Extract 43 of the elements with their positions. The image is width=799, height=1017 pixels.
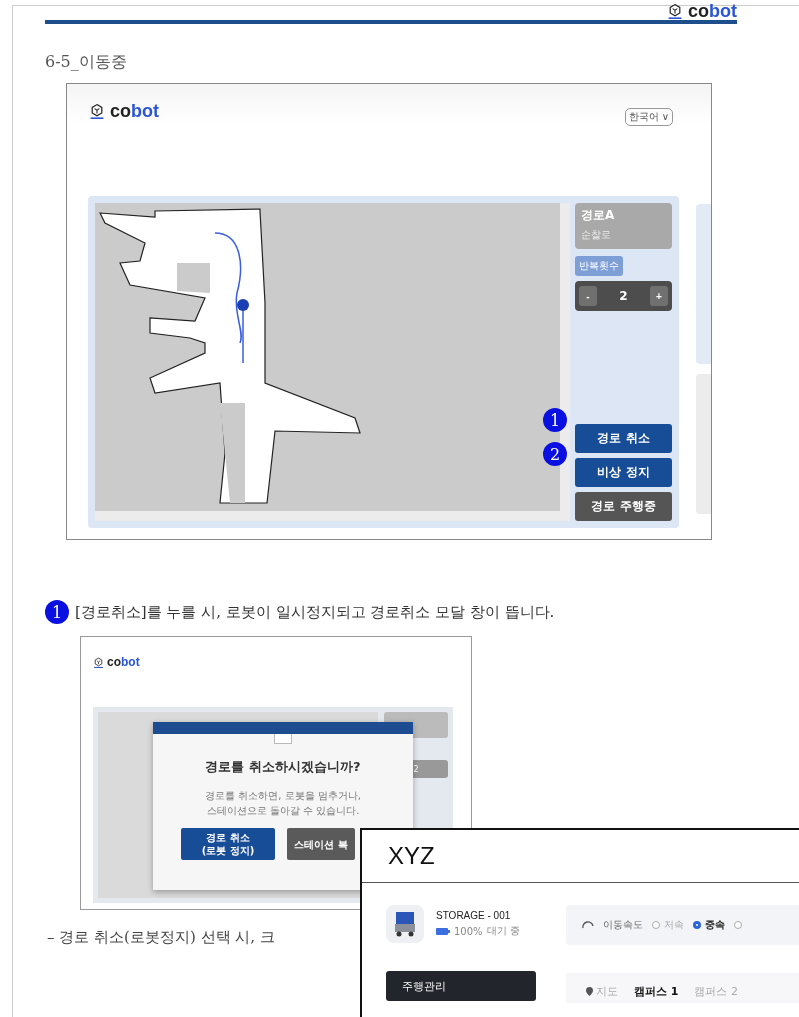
modal-title: 경로를 취소하시겠습니까?	[205, 758, 361, 776]
speed-label: 이동속도	[603, 918, 643, 932]
speed-radio[interactable]	[734, 921, 742, 929]
modal-tab[interactable]	[274, 734, 292, 744]
map-pin-icon	[586, 987, 593, 996]
robot-name: STORAGE - 001	[436, 910, 512, 921]
action-button[interactable]: 비상 정지	[575, 458, 672, 487]
language-selector[interactable]: 한국어 ∨	[624, 108, 673, 126]
robot-status: 대기 중	[486, 924, 520, 938]
modal-button[interactable]: 경로 취소 (로봇 정지)	[181, 828, 275, 860]
speed-option-label: 저속	[664, 918, 684, 932]
instruction-text: [경로취소]를 누를 시, 로봇이 일시정지되고 경로취소 모달 창이 뜹니다.	[75, 602, 555, 622]
repeat-count-value: 2	[619, 289, 628, 303]
modal-message: 경로를 취소하면, 로봇을 멈추거나, 스테이션으로 돌아갈 수 있습니다.	[205, 789, 361, 818]
battery-icon	[436, 927, 450, 935]
logo-icon	[89, 103, 105, 119]
window-title: XYZ	[388, 842, 435, 870]
tab[interactable]: 캠퍼스 1	[634, 984, 679, 1003]
battery-level: 100%	[454, 925, 483, 937]
speed-radio[interactable]	[652, 921, 660, 929]
instruction-text: – 경로 취소(로봇정지) 선택 시, 크	[46, 928, 275, 947]
logo-icon	[667, 3, 683, 19]
sidebar-item[interactable]: 주행관리	[386, 971, 536, 1001]
cobot-logo: cobot	[107, 656, 140, 668]
vertical-scrollbar[interactable]	[560, 203, 570, 511]
speed-gauge-icon	[582, 921, 594, 929]
section-title: 6-5_이동중	[45, 52, 128, 73]
logo-icon	[93, 656, 104, 668]
speed-option-label: 중속	[705, 918, 725, 932]
modal-button[interactable]: 스테이션 복	[287, 828, 355, 860]
action-button[interactable]: 경로 취소	[575, 424, 672, 453]
route-name: 경로A	[581, 207, 616, 224]
decrement-button[interactable]: -	[579, 286, 597, 306]
step-marker: 1	[45, 600, 69, 624]
repeat-count-label: 반복횟수	[575, 256, 623, 276]
cobot-logo: cobot	[688, 2, 737, 20]
horizontal-scrollbar[interactable]	[95, 511, 570, 521]
route-subtitle: 순찰로	[581, 228, 612, 242]
action-button[interactable]: 경로 주행중	[575, 492, 672, 521]
increment-button[interactable]: +	[650, 286, 668, 306]
robot-cart-icon	[394, 911, 416, 937]
cobot-logo: cobot	[110, 102, 159, 120]
speed-radio[interactable]	[693, 921, 701, 929]
